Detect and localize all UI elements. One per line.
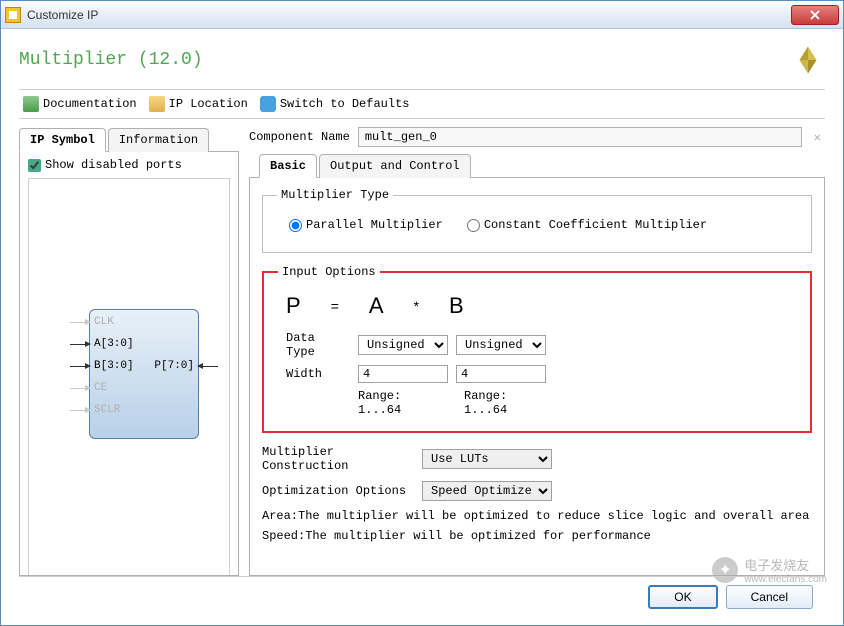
documentation-button[interactable]: Documentation bbox=[19, 94, 141, 114]
window-title: Customize IP bbox=[27, 8, 791, 22]
header-row: Multiplier (12.0) bbox=[19, 43, 825, 77]
width-label: Width bbox=[286, 367, 350, 381]
port-ce: CE bbox=[94, 382, 107, 394]
port-b: B[3:0] bbox=[94, 360, 134, 372]
optimization-select[interactable]: Speed Optimized bbox=[422, 481, 552, 501]
equation-row: P = A * B bbox=[286, 293, 788, 319]
multiplier-type-radios: Parallel Multiplier Constant Coefficient… bbox=[277, 212, 797, 238]
construction-select[interactable]: Use LUTs bbox=[422, 449, 552, 469]
left-panel: IP Symbol Information Show disabled port… bbox=[19, 127, 239, 576]
titlebar: Customize IP bbox=[1, 1, 843, 29]
component-name-row: Component Name ✕ bbox=[249, 127, 825, 147]
pin-p bbox=[198, 366, 218, 367]
content-area: Multiplier (12.0) Documentation IP Locat… bbox=[1, 29, 843, 625]
width-a-input[interactable] bbox=[358, 365, 448, 383]
construction-label: Multiplier Construction bbox=[262, 445, 412, 473]
range-row: Range: 1...64 Range: 1...64 bbox=[358, 389, 788, 417]
documentation-label: Documentation bbox=[43, 97, 137, 111]
tab-output-control[interactable]: Output and Control bbox=[319, 154, 471, 178]
vendor-logo-icon bbox=[791, 43, 825, 77]
show-disabled-ports-checkbox[interactable]: Show disabled ports bbox=[28, 158, 230, 172]
port-a: A[3:0] bbox=[94, 338, 134, 350]
pin-ce bbox=[70, 388, 90, 389]
eq-A: A bbox=[369, 293, 384, 319]
range-b: Range: 1...64 bbox=[464, 389, 554, 417]
footer: OK Cancel bbox=[19, 576, 825, 617]
pin-clk bbox=[70, 322, 90, 323]
data-type-a-select[interactable]: Unsigned bbox=[358, 335, 448, 355]
window: Customize IP Multiplier (12.0) Documenta… bbox=[0, 0, 844, 626]
page-title: Multiplier (12.0) bbox=[19, 50, 791, 70]
tab-ip-symbol[interactable]: IP Symbol bbox=[19, 128, 106, 152]
show-disabled-label: Show disabled ports bbox=[45, 158, 182, 172]
toolbar: Documentation IP Location Switch to Defa… bbox=[19, 89, 825, 119]
ip-block: CLK A[3:0] B[3:0] CE SCLR P[7:0] bbox=[89, 309, 199, 439]
port-clk: CLK bbox=[94, 316, 114, 328]
port-p: P[7:0] bbox=[154, 360, 194, 372]
multiplier-type-legend: Multiplier Type bbox=[277, 188, 393, 202]
component-name-input[interactable] bbox=[358, 127, 802, 147]
range-a: Range: 1...64 bbox=[358, 389, 448, 417]
right-tabset: Basic Output and Control bbox=[259, 153, 825, 177]
radio-constant-label: Constant Coefficient Multiplier bbox=[484, 218, 707, 232]
switch-defaults-button[interactable]: Switch to Defaults bbox=[256, 94, 414, 114]
radio-parallel-label: Parallel Multiplier bbox=[306, 218, 443, 232]
area-description: Area:The multiplier will be optimized to… bbox=[262, 509, 812, 523]
app-icon bbox=[5, 7, 21, 23]
refresh-icon bbox=[260, 96, 276, 112]
pin-a bbox=[70, 344, 90, 345]
data-type-row: Data Type Unsigned Unsigned bbox=[286, 331, 788, 359]
close-button[interactable] bbox=[791, 5, 839, 25]
tab-information[interactable]: Information bbox=[108, 128, 209, 152]
ok-button[interactable]: OK bbox=[648, 585, 717, 609]
show-disabled-checkbox-input[interactable] bbox=[28, 159, 41, 172]
component-name-label: Component Name bbox=[249, 130, 350, 144]
multiplier-type-group: Multiplier Type Parallel Multiplier Cons… bbox=[262, 188, 812, 253]
switch-defaults-label: Switch to Defaults bbox=[280, 97, 410, 111]
eq-star: * bbox=[414, 298, 419, 314]
construction-row: Multiplier Construction Use LUTs bbox=[262, 445, 812, 473]
eq-P: P bbox=[286, 293, 301, 319]
ip-location-button[interactable]: IP Location bbox=[145, 94, 252, 114]
main-area: IP Symbol Information Show disabled port… bbox=[19, 127, 825, 576]
eq-B: B bbox=[449, 293, 464, 319]
pin-b bbox=[70, 366, 90, 367]
cancel-button[interactable]: Cancel bbox=[726, 585, 813, 609]
width-b-input[interactable] bbox=[456, 365, 546, 383]
eq-equals: = bbox=[331, 298, 339, 314]
radio-constant[interactable]: Constant Coefficient Multiplier bbox=[467, 218, 707, 232]
left-panel-body: Show disabled ports CLK A[3:0] B[3:0] CE bbox=[19, 151, 239, 576]
radio-parallel-input[interactable] bbox=[289, 219, 302, 232]
clear-name-icon[interactable]: ✕ bbox=[810, 130, 825, 145]
input-options-legend: Input Options bbox=[278, 265, 380, 279]
right-panel: Component Name ✕ Basic Output and Contro… bbox=[249, 127, 825, 576]
optimization-label: Optimization Options bbox=[262, 484, 412, 498]
folder-icon bbox=[149, 96, 165, 112]
pin-sclr bbox=[70, 410, 90, 411]
radio-constant-input[interactable] bbox=[467, 219, 480, 232]
data-type-b-select[interactable]: Unsigned bbox=[456, 335, 546, 355]
close-icon bbox=[810, 10, 820, 20]
optimization-row: Optimization Options Speed Optimized bbox=[262, 481, 812, 501]
speed-description: Speed:The multiplier will be optimized f… bbox=[262, 529, 812, 543]
right-content: Multiplier Type Parallel Multiplier Cons… bbox=[249, 177, 825, 576]
radio-parallel[interactable]: Parallel Multiplier bbox=[289, 218, 443, 232]
width-row: Width bbox=[286, 365, 788, 383]
port-sclr: SCLR bbox=[94, 404, 120, 416]
input-options-group: Input Options P = A * B Data Type Unsign… bbox=[262, 265, 812, 433]
left-tabset: IP Symbol Information bbox=[19, 127, 239, 151]
tab-basic[interactable]: Basic bbox=[259, 154, 317, 178]
ip-location-label: IP Location bbox=[169, 97, 248, 111]
ip-symbol-canvas[interactable]: CLK A[3:0] B[3:0] CE SCLR P[7:0] bbox=[28, 178, 230, 576]
data-type-label: Data Type bbox=[286, 331, 350, 359]
book-icon bbox=[23, 96, 39, 112]
